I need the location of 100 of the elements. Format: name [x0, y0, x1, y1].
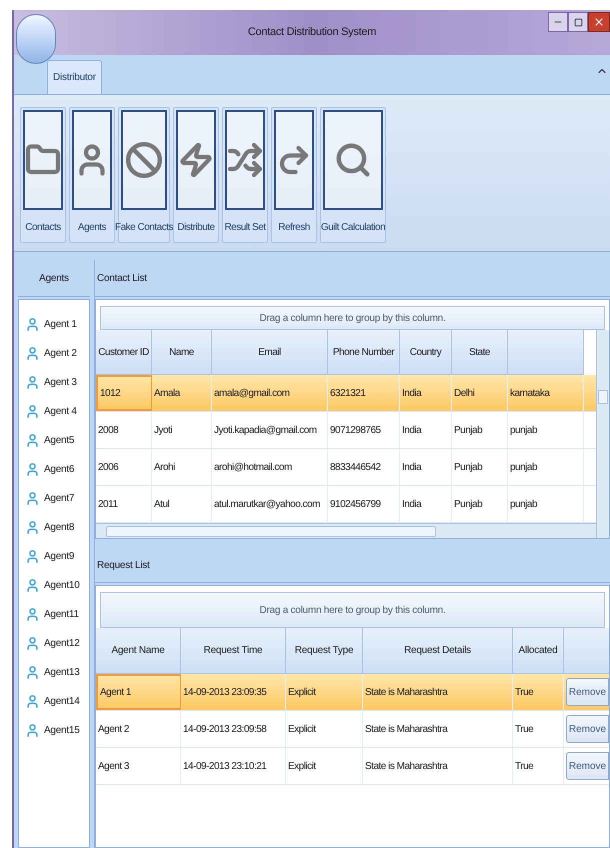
column-header[interactable]: Country [400, 330, 452, 375]
table-cell: Atul [152, 486, 212, 522]
table-cell: arohi@hotmail.com [212, 449, 328, 485]
table-cell: Explicit [286, 748, 363, 784]
column-header [564, 628, 609, 674]
column-header[interactable]: State [452, 330, 508, 375]
ribbon-button[interactable]: Guilt Calculation [320, 107, 386, 243]
agent-item[interactable]: Agent9 [44, 549, 74, 564]
lightning-icon [178, 141, 214, 179]
table-cell: karnataka [508, 375, 584, 411]
table-row[interactable]: 2006 Arohi arohi@hotmail.com 8833446542 India Punjab punjab [96, 449, 596, 486]
shuffle-icon [227, 141, 263, 179]
agent-item[interactable]: Agent6 [44, 462, 74, 477]
table-cell: amala@gmail.com [212, 375, 328, 411]
agent-item[interactable]: Agent 3 [44, 375, 77, 390]
table-cell: 8833446542 [328, 449, 400, 485]
maximize-button[interactable] [568, 12, 588, 32]
remove-button[interactable]: Remove [566, 715, 609, 743]
table-cell: punjab [508, 486, 584, 522]
agent-item[interactable]: Agent13 [44, 665, 80, 680]
window-title: Contact Distribution System [248, 25, 376, 40]
person-icon [25, 636, 40, 651]
table-cell: Explicit [286, 674, 363, 710]
agent-item[interactable]: Agent15 [44, 723, 80, 738]
column-header[interactable]: Request Type [286, 628, 363, 674]
ribbon-tab[interactable]: Distributor [47, 60, 102, 94]
table-cell: State is Maharashtra [363, 674, 513, 710]
person-icon [25, 665, 40, 680]
remove-button[interactable]: Remove [566, 678, 609, 706]
table-cell: Agent 3 [96, 748, 181, 784]
table-cell: State is Maharashtra [363, 748, 513, 784]
column-header[interactable]: Name [152, 330, 212, 375]
column-header[interactable]: Email [212, 330, 328, 375]
ribbon-button[interactable]: Contacts [20, 107, 66, 243]
table-cell: India [400, 486, 452, 522]
table-cell: 6321321 [328, 375, 400, 411]
person-icon [25, 404, 40, 419]
table-row[interactable]: Agent 1 14-09-2013 23:09:35 Explicit State is Maharashtra True Remove [96, 674, 609, 711]
person-icon [25, 433, 40, 448]
table-row[interactable]: Agent 2 14-09-2013 23:09:58 Explicit State is Maharashtra True Remove [96, 711, 609, 748]
person-icon [25, 694, 40, 709]
table-cell: 2008 [96, 412, 152, 448]
vertical-scrollbar[interactable] [596, 330, 609, 538]
person-icon [25, 375, 40, 390]
column-header[interactable]: Request Time [181, 628, 286, 674]
group-hint: Drag a column here to group by this column. [100, 306, 605, 330]
agent-item[interactable]: Agent7 [44, 491, 74, 506]
table-cell: Punjab [452, 486, 508, 522]
agent-item[interactable]: Agent11 [44, 607, 79, 622]
table-cell: 9071298765 [328, 412, 400, 448]
table-cell: Punjab [452, 449, 508, 485]
table-cell: True [513, 748, 564, 784]
search-icon [334, 141, 372, 179]
ribbon-button[interactable]: Agents [69, 107, 115, 243]
group-hint: Drag a column here to group by this column. [100, 592, 605, 628]
column-header[interactable]: Request Details [363, 628, 513, 674]
table-cell: Delhi [452, 375, 508, 411]
remove-button[interactable]: Remove [566, 752, 609, 780]
table-cell: Agent 2 [96, 711, 181, 747]
table-row[interactable]: Agent 3 14-09-2013 23:10:21 Explicit State is Maharashtra True Remove [96, 748, 609, 785]
table-cell: Jyoti [152, 412, 212, 448]
ribbon-button[interactable]: Distribute [173, 107, 219, 243]
maximize-icon [574, 18, 582, 26]
column-header[interactable]: Customer ID [96, 330, 152, 375]
horizontal-scrollbar[interactable] [96, 523, 596, 538]
agent-item[interactable]: Agent 2 [44, 346, 77, 361]
table-cell: Explicit [286, 711, 363, 747]
table-cell: 2006 [96, 449, 152, 485]
column-header[interactable]: Phone Number [328, 330, 400, 375]
application-orb-icon[interactable] [16, 14, 56, 64]
table-cell: 14-09-2013 23:09:35 [181, 674, 286, 710]
table-cell: India [400, 412, 452, 448]
table-cell: 14-09-2013 23:10:21 [181, 748, 286, 784]
agent-item[interactable]: Agent 4 [44, 404, 77, 419]
agent-item[interactable]: Agent12 [44, 636, 80, 651]
table-cell: Agent 1 [96, 674, 181, 710]
agent-item[interactable]: Agent8 [44, 520, 74, 535]
table-cell: Arohi [152, 449, 212, 485]
table-cell: 9102456799 [328, 486, 400, 522]
table-cell: 14-09-2013 23:09:58 [181, 711, 286, 747]
ribbon-button[interactable]: Result Set [222, 107, 268, 243]
ribbon-button[interactable]: Refresh [271, 107, 317, 243]
table-cell: punjab [508, 412, 584, 448]
person-icon [25, 607, 40, 622]
agent-item[interactable]: Agent 1 [44, 317, 77, 332]
agent-item[interactable]: Agent14 [44, 694, 80, 709]
column-header[interactable]: Allocated [513, 628, 564, 674]
table-row[interactable]: 2008 Jyoti Jyoti.kapadia@gmail.com 9071298765 India Punjab punjab [96, 412, 596, 449]
table-cell: atul.marutkar@yahoo.com [212, 486, 328, 522]
agent-item[interactable]: Agent5 [44, 433, 74, 448]
table-cell: 2011 [96, 486, 152, 522]
table-row[interactable]: 2011 Atul atul.marutkar@yahoo.com 9102456799 India Punjab punjab [96, 486, 596, 523]
column-header[interactable]: Agent Name [96, 628, 181, 674]
table-cell: Punjab [452, 412, 508, 448]
agent-item[interactable]: Agent10 [44, 578, 80, 593]
table-row[interactable]: 1012 Amala amala@gmail.com 6321321 India Delhi karnataka [96, 375, 596, 412]
close-button[interactable] [588, 12, 610, 32]
table-cell: Amala [152, 375, 212, 411]
person-icon [25, 462, 40, 477]
person-icon [25, 317, 40, 332]
